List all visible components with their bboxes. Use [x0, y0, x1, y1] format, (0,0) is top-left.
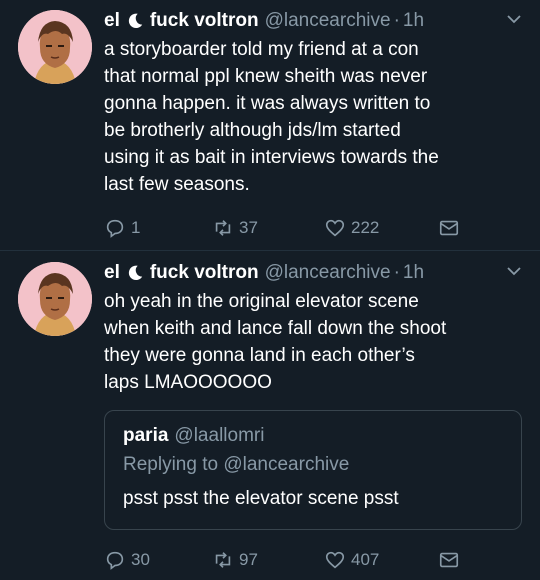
retweet-button[interactable]: 97: [212, 548, 258, 572]
retweet-count: 97: [239, 550, 258, 569]
quoted-user-handle: @laallomri: [174, 425, 265, 446]
reply-button[interactable]: 1: [104, 216, 140, 240]
timestamp[interactable]: 1h: [403, 262, 424, 284]
avatar-illustration: [18, 262, 92, 336]
retweet-icon: [215, 220, 231, 236]
tweet-content: el fuck voltron @lancearchive · 1h oh ye…: [104, 260, 522, 396]
like-button[interactable]: 407: [324, 548, 379, 572]
tweet[interactable]: el fuck voltron @lancearchive · 1h a sto…: [0, 0, 540, 250]
chevron-down-icon[interactable]: [506, 265, 522, 277]
heart-icon: [325, 219, 345, 237]
separator-dot: ·: [393, 262, 400, 283]
moon-icon: [128, 265, 143, 281]
tweet[interactable]: el fuck voltron @lancearchive · 1h oh ye…: [0, 252, 540, 580]
replying-to-line: Replying to @lancearchive: [123, 454, 503, 480]
direct-message-button[interactable]: [438, 216, 460, 240]
like-count: 407: [351, 550, 380, 569]
replying-to-prefix: Replying to: [123, 454, 219, 475]
tweet-header: el fuck voltron @lancearchive · 1h: [104, 260, 522, 286]
display-name-suffix[interactable]: fuck voltron: [150, 262, 259, 284]
reply-icon: [106, 551, 124, 570]
user-handle[interactable]: @lancearchive: [265, 262, 391, 284]
tweet-content: el fuck voltron @lancearchive · 1h a sto…: [104, 8, 522, 198]
retweet-button[interactable]: 37: [212, 216, 258, 240]
tweet-text: oh yeah in the original elevator scene w…: [104, 291, 447, 393]
direct-message-button[interactable]: [438, 548, 460, 572]
heart-icon: [325, 551, 345, 569]
tweet-header: el fuck voltron @lancearchive · 1h: [104, 8, 522, 34]
quoted-display-name: paria: [123, 425, 169, 446]
tweet-actions: 30 97 407: [104, 548, 464, 572]
like-button[interactable]: 222: [324, 216, 379, 240]
avatar-illustration: [18, 10, 92, 84]
display-name[interactable]: el: [104, 262, 120, 284]
reply-count: 30: [131, 550, 150, 569]
reply-icon: [106, 219, 124, 238]
retweet-icon: [215, 552, 231, 568]
separator-dot: ·: [393, 10, 400, 31]
display-name-suffix[interactable]: fuck voltron: [150, 10, 259, 32]
quoted-tweet-text: psst psst the elevator scene psst: [123, 488, 399, 509]
chevron-down-icon[interactable]: [506, 13, 522, 25]
quoted-tweet[interactable]: paria @laallomri Replying to @lancearchi…: [104, 410, 522, 530]
tweet-text: a storyboarder told my friend at a con t…: [104, 39, 439, 195]
message-icon: [439, 552, 459, 568]
like-count: 222: [351, 218, 380, 237]
user-handle[interactable]: @lancearchive: [265, 10, 391, 32]
replying-to-mention[interactable]: @lancearchive: [223, 454, 349, 475]
avatar[interactable]: [18, 262, 92, 336]
tweet-actions: 1 37 222: [104, 216, 464, 240]
tweet-divider: [0, 250, 540, 251]
retweet-count: 37: [239, 218, 258, 237]
avatar[interactable]: [18, 10, 92, 84]
timestamp[interactable]: 1h: [403, 10, 424, 32]
reply-button[interactable]: 30: [104, 548, 150, 572]
reply-count: 1: [131, 218, 141, 237]
message-icon: [439, 220, 459, 236]
display-name[interactable]: el: [104, 10, 120, 32]
quoted-tweet-header: paria @laallomri: [123, 423, 503, 449]
moon-icon: [128, 13, 143, 29]
